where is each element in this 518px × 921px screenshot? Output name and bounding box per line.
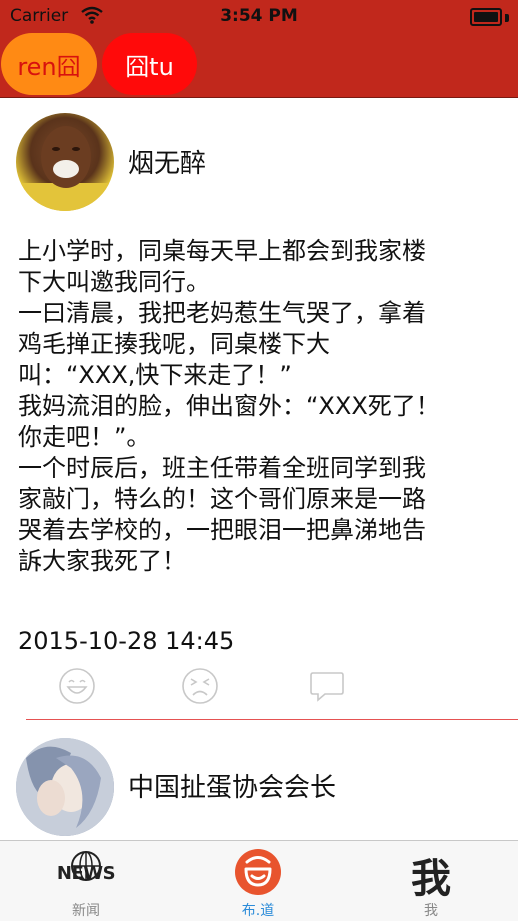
avatar[interactable] — [16, 113, 114, 211]
top-bar: Carrier 3:54 PM ren囧 囧tu — [0, 0, 518, 98]
battery-tip — [505, 14, 509, 22]
tab-me[interactable]: 我 我 — [371, 841, 491, 921]
tab-bar: NEWS 新闻 布.道 我 我 — [0, 840, 518, 921]
frown-icon[interactable] — [181, 667, 219, 705]
avatar[interactable] — [16, 738, 114, 836]
post-divider — [26, 719, 518, 720]
comment-icon[interactable] — [308, 667, 346, 705]
tab-budao[interactable]: 布.道 — [198, 841, 318, 921]
tab-me-label: 我 — [424, 903, 438, 919]
post-username[interactable]: 中国扯蛋协会会长 — [128, 767, 336, 804]
smile-icon[interactable] — [58, 667, 96, 705]
tab-tu[interactable]: 囧tu — [102, 33, 197, 95]
news-icon-text: NEWS — [56, 863, 116, 884]
post-text: 上小学时，同桌每天早上都会到我家楼 下大叫邀我同行。 一曰清晨，我把老妈惹生气哭… — [18, 237, 440, 575]
battery-icon — [470, 8, 502, 26]
smile-face-icon — [235, 849, 281, 895]
status-bar: Carrier 3:54 PM — [0, 0, 518, 34]
clock: 3:54 PM — [220, 6, 298, 26]
tab-tu-label: 囧tu — [125, 52, 174, 81]
tab-ren[interactable]: ren囧 — [1, 33, 97, 95]
tab-news[interactable]: NEWS 新闻 — [26, 841, 146, 921]
post-username[interactable]: 烟无醉 — [128, 143, 206, 180]
avatar-photo — [16, 126, 114, 211]
avatar-photo — [16, 738, 114, 836]
tab-budao-label: 布.道 — [241, 903, 275, 919]
me-glyph-icon: 我 — [411, 856, 451, 902]
post-actions — [0, 667, 518, 711]
tab-news-label: 新闻 — [72, 903, 100, 919]
post-timestamp: 2015-10-28 14:45 — [18, 627, 235, 655]
tab-ren-label: ren囧 — [17, 52, 81, 81]
